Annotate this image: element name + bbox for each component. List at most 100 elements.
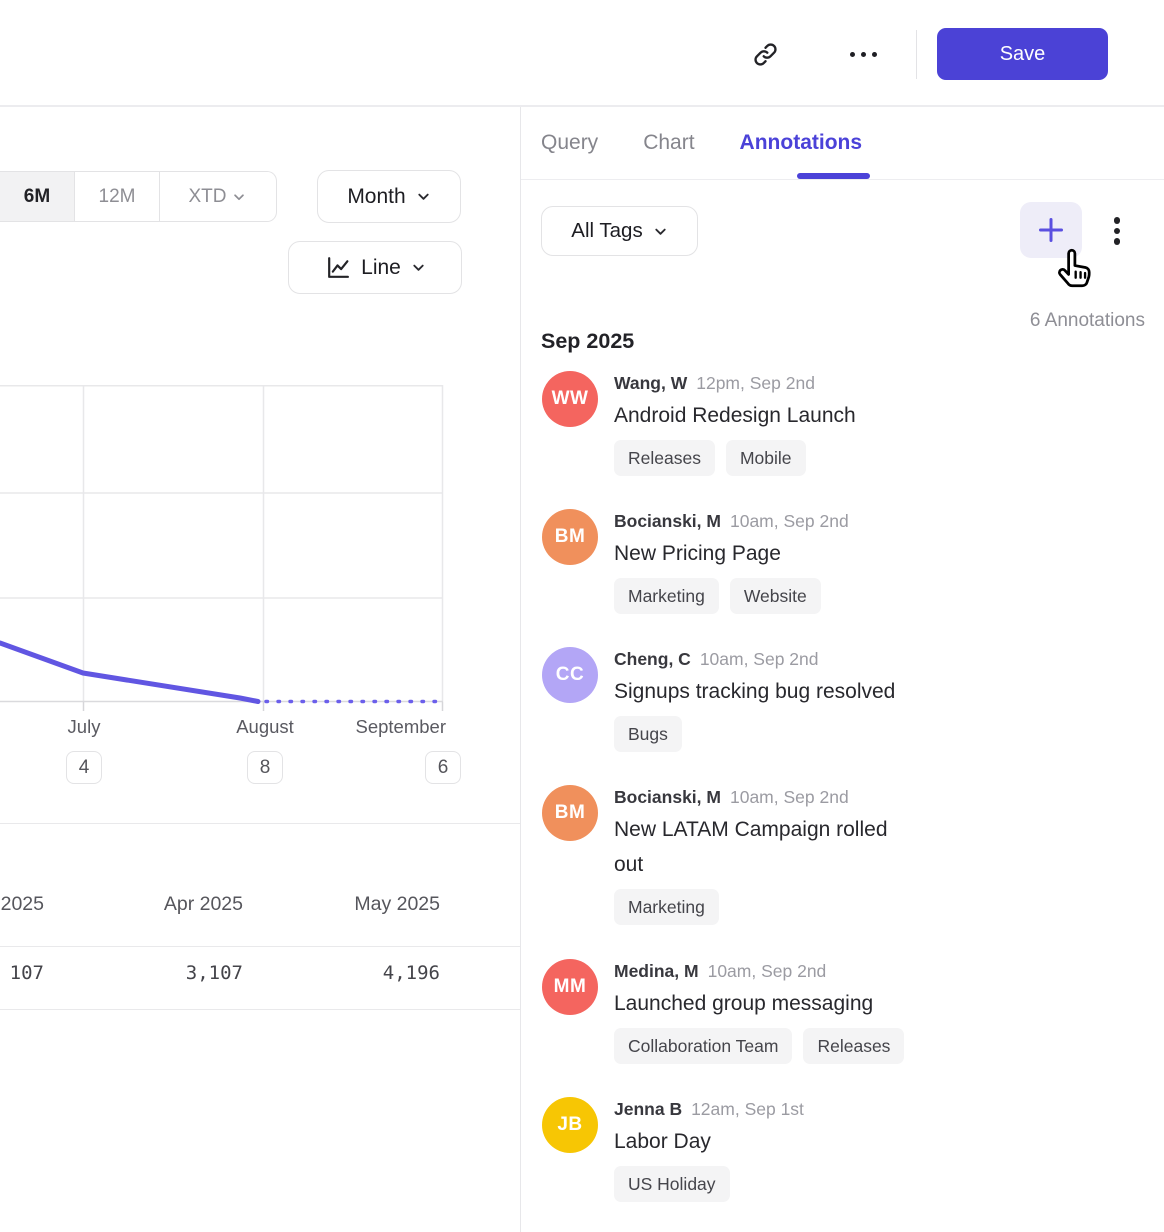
granularity-label: Month [347,185,405,209]
annotation-author: Bocianski, M [614,511,721,531]
annotation-meta: Jenna B 12am, Sep 1st [614,1098,1145,1121]
ellipsis-icon [850,52,877,57]
more-actions-button[interactable] [845,44,881,64]
table-value-cell: 107 [0,962,44,984]
annotation-tags: Marketing Website [614,578,1145,614]
tag-pill[interactable]: Marketing [614,889,719,925]
annotation-list-item[interactable]: MM Medina, M10am, Sep 2nd Launched group… [542,959,1145,1064]
x-axis-label-september: September [346,716,446,738]
table-header-cell: Apr 2025 [127,893,243,916]
avatar: MM [542,959,598,1015]
annotation-title: Signups tracking bug resolved [614,674,919,709]
active-tab-indicator [797,173,870,179]
chevron-down-icon [416,189,431,204]
date-range-segmented-control: 6M 12M XTD [0,171,277,222]
annotation-timestamp: 12am, Sep 1st [691,1099,804,1119]
table-border [0,823,520,824]
avatar: BM [542,785,598,841]
x-axis-label-august: August [236,716,294,738]
annotation-body: Bocianski, M 10am, Sep 2nd New LATAM Camp… [614,785,1145,925]
annotation-list-item[interactable]: WW Wang, W12pm, Sep 2nd Android Redesign… [542,371,1145,476]
annotation-body: Medina, M10am, Sep 2nd Launched group me… [614,959,1145,1064]
annotation-count-badge[interactable]: 4 [66,751,102,784]
annotation-title: New LATAM Campaign rolled out [614,812,919,882]
range-6m-button[interactable]: 6M [0,172,74,221]
annotation-timestamp: 10am, Sep 2nd [700,649,819,669]
add-annotation-button[interactable] [1020,202,1082,258]
annotation-author: Cheng, C [614,649,691,669]
avatar: CC [542,647,598,703]
chart-type-dropdown[interactable]: Line [288,241,462,294]
annotation-list-item[interactable]: BM Bocianski, M 10am, Sep 2nd New LATAM C… [542,785,1145,925]
annotation-meta: Bocianski, M 10am, Sep 2nd [614,786,1145,809]
annotations-menu-button[interactable] [1100,213,1134,249]
tag-filter-dropdown[interactable]: All Tags [541,206,698,256]
line-chart-icon [324,254,351,281]
tag-pill[interactable]: US Holiday [614,1166,730,1202]
annotation-list-item[interactable]: BM Bocianski, M 10am, Sep 2nd New Pricing… [542,509,1145,614]
annotation-body: Jenna B 12am, Sep 1st Labor Day US Holida… [614,1097,1145,1202]
range-12m-button[interactable]: 12M [74,172,159,221]
range-xtd-label: XTD [189,186,227,208]
tab-chart[interactable]: Chart [643,131,694,155]
save-button[interactable]: Save [937,28,1108,80]
annotation-title: Launched group messaging [614,986,919,1021]
table-border [0,1009,520,1010]
table-value-cell: 3,107 [127,962,243,984]
trend-chart[interactable] [0,385,444,717]
tag-pill[interactable]: Website [730,578,821,614]
annotation-body: Cheng, C 10am, Sep 2nd Signups tracking b… [614,647,1145,752]
x-axis-label-july: July [68,716,101,738]
annotation-timestamp: 10am, Sep 2nd [730,787,849,807]
tag-pill[interactable]: Collaboration Team [614,1028,792,1064]
tag-pill[interactable]: Marketing [614,578,719,614]
tag-pill[interactable]: Releases [614,440,715,476]
avatar: BM [542,509,598,565]
annotation-count-badge[interactable]: 8 [247,751,283,784]
table-border [0,946,520,947]
granularity-dropdown[interactable]: Month [317,170,461,223]
table-header-cell: 2025 [0,893,44,916]
annotation-author: Wang, W [614,373,687,393]
annotation-author: Jenna B [614,1099,682,1119]
chevron-down-icon [653,224,668,239]
annotation-body: Wang, W 12pm, Sep 2nd Android Redesign La… [614,371,1145,476]
annotation-tags: Releases Mobile [614,440,1145,476]
annotation-tags: Bugs [614,716,1145,752]
annotation-title: Labor Day [614,1124,919,1159]
avatar: JB [542,1097,598,1153]
annotation-title: New Pricing Page [614,536,919,571]
table-header-cell: May 2025 [324,893,440,916]
tag-pill[interactable]: Bugs [614,716,682,752]
annotation-timestamp: 10am, Sep 2nd [730,511,849,531]
section-month-heading: Sep 2025 [541,329,634,354]
annotation-author: Medina, M [614,961,699,981]
annotation-meta: Cheng, C 10am, Sep 2nd [614,648,1145,671]
toolbar: Save [0,0,1164,107]
tag-pill[interactable]: Releases [803,1028,904,1064]
annotation-title: Android Redesign Launch [614,398,919,433]
annotation-list-item[interactable]: JB Jenna B 12am, Sep 1st Labor Day US Hol… [542,1097,1145,1202]
panel-divider [520,107,521,1232]
annotation-meta: Bocianski, M 10am, Sep 2nd [614,510,1145,533]
chevron-down-icon [411,260,426,275]
tag-filter-label: All Tags [571,219,642,243]
chevron-down-icon [232,190,246,204]
tab-query[interactable]: Query [541,131,598,155]
annotation-timestamp: 12pm, Sep 2nd [696,373,815,393]
annotation-tags: Collaboration Team Releases [614,1028,1145,1064]
tab-annotations[interactable]: Annotations [740,131,862,155]
annotation-author: Bocianski, M [614,787,721,807]
annotation-count-badge[interactable]: 6 [425,751,461,784]
link-icon [752,41,779,68]
plus-icon [1036,215,1066,245]
tag-pill[interactable]: Mobile [726,440,806,476]
chart-type-label: Line [361,256,401,280]
annotation-list-item[interactable]: CC Cheng, C 10am, Sep 2nd Signups trackin… [542,647,1145,752]
table-value-cell: 4,196 [324,962,440,984]
section-annotation-count: 6 Annotations [945,310,1145,332]
panel-tabs: Query Chart Annotations [521,107,1164,180]
toolbar-divider [916,30,917,79]
range-xtd-button[interactable]: XTD [159,172,274,221]
copy-link-button[interactable] [749,40,781,68]
